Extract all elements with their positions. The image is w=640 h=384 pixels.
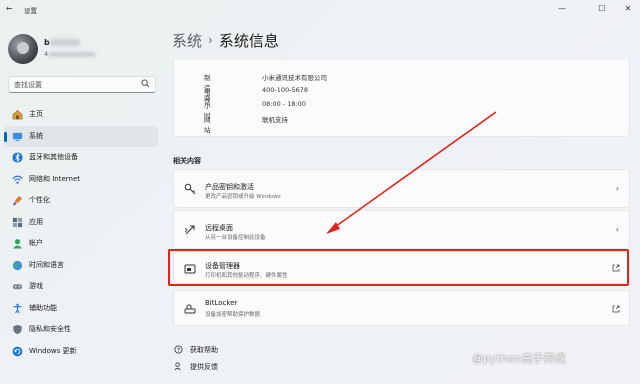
settings-window: ← 设置 — ☐ ✕ b 4 查找设置 主页 系统 蓝牙和其他设备 网络和 In… [0,0,640,384]
red-arrow-annotation [326,111,497,234]
watermark: @python高手养成 [472,352,566,365]
